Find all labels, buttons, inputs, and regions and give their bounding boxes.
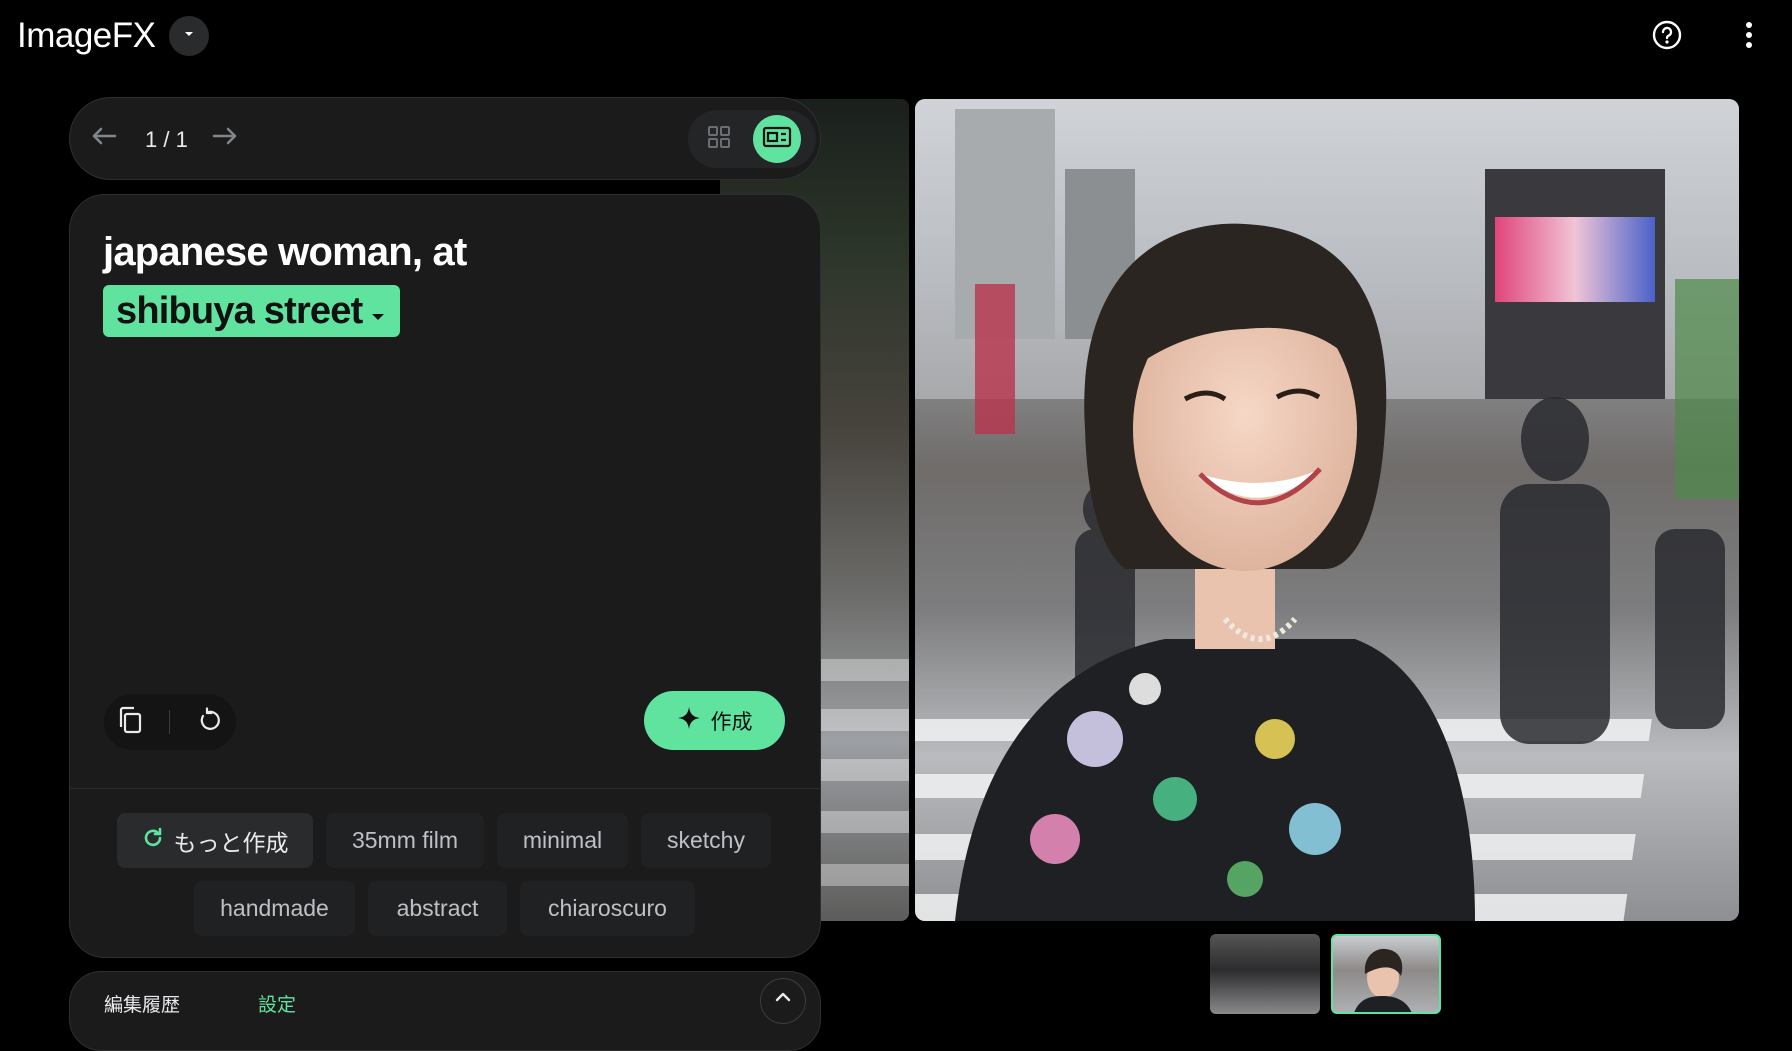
grid-icon	[707, 125, 731, 154]
single-view-button[interactable]	[753, 115, 801, 163]
image-thumbnail-selected[interactable]	[1331, 934, 1441, 1014]
more-suggestions-button[interactable]: もっと作成	[117, 813, 313, 868]
help-circle-icon	[1651, 19, 1683, 56]
prompt-chip-label: shibuya street	[116, 289, 363, 332]
prompt-text[interactable]: japanese woman, at	[103, 230, 467, 275]
app-title: ImageFX	[17, 16, 156, 55]
arrow-left-icon	[91, 126, 117, 151]
previous-image-button[interactable]	[84, 118, 124, 158]
chevron-up-icon	[775, 989, 791, 1007]
generated-image[interactable]	[915, 99, 1739, 921]
suggestion-chip[interactable]: 35mm film	[326, 813, 484, 868]
caret-down-icon	[182, 27, 196, 46]
prompt-chip[interactable]: shibuya street	[103, 285, 401, 337]
bottom-tabs-panel	[69, 971, 821, 1051]
prompt-tools	[104, 694, 236, 750]
grid-view-button[interactable]	[695, 115, 743, 163]
help-button[interactable]	[1645, 15, 1689, 59]
app-switcher-button[interactable]	[169, 16, 209, 56]
create-button-label: 作成	[710, 710, 753, 734]
more-suggestions-label: もっと作成	[173, 829, 289, 856]
copy-button[interactable]	[117, 706, 143, 739]
suggestion-chip[interactable]: chiaroscuro	[520, 881, 695, 936]
more-menu-button[interactable]	[1727, 15, 1771, 59]
image-counter: 1 / 1	[145, 127, 188, 152]
reset-icon	[197, 706, 223, 738]
panel-divider	[69, 788, 821, 789]
tab-edit-history[interactable]: 編集履歴	[104, 990, 180, 1017]
sparkle-icon	[677, 706, 701, 736]
expand-panel-button[interactable]	[760, 978, 806, 1024]
suggestion-chip[interactable]: sketchy	[641, 813, 771, 868]
image-layout-icon	[762, 125, 792, 154]
refresh-icon	[142, 827, 164, 855]
arrow-right-icon	[212, 126, 238, 151]
reset-button[interactable]	[197, 706, 223, 738]
create-button[interactable]: 作成	[644, 691, 785, 750]
more-vert-icon	[1745, 20, 1753, 55]
suggestion-chip[interactable]: minimal	[497, 813, 628, 868]
copy-icon	[117, 706, 143, 739]
tab-settings[interactable]: 設定	[258, 990, 296, 1017]
caret-down-icon	[370, 290, 386, 333]
suggestion-chip[interactable]: abstract	[368, 881, 507, 936]
tool-divider	[169, 710, 171, 734]
image-thumbnail[interactable]	[1210, 934, 1320, 1014]
suggestion-chip[interactable]: handmade	[194, 881, 355, 936]
next-image-button[interactable]	[205, 118, 245, 158]
